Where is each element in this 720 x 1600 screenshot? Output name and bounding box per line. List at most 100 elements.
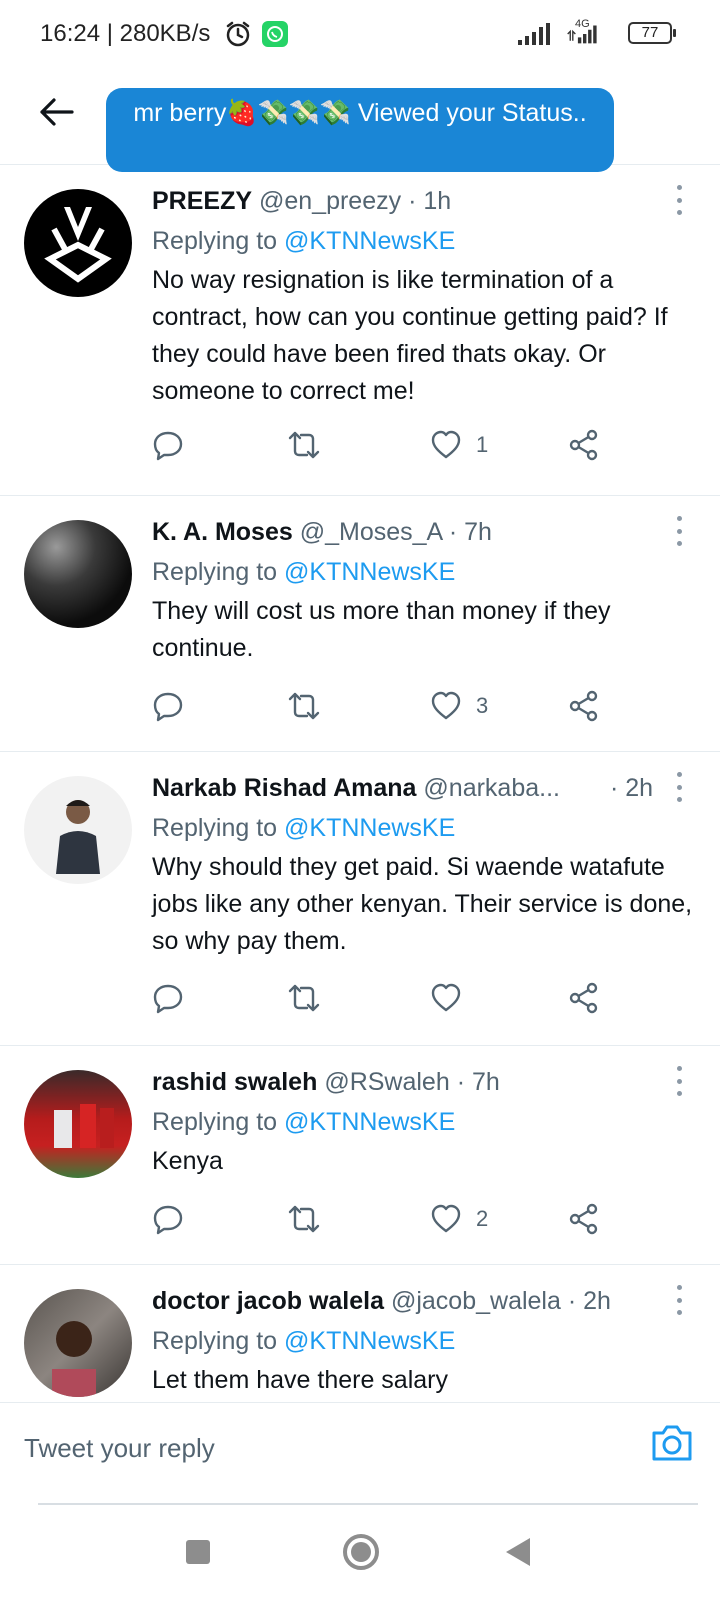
user-handle[interactable]: @narkaba... — [423, 774, 560, 802]
back-triangle-icon[interactable] — [506, 1538, 530, 1566]
share-button[interactable] — [568, 1201, 600, 1237]
tweet-reply[interactable]: K. A. Moses @_Moses_A · 7h Replying to @… — [0, 496, 720, 752]
avatar[interactable] — [24, 1070, 132, 1178]
tweet-header: rashid swaleh @RSwaleh · 7h — [152, 1068, 500, 1097]
replying-label: Replying to — [152, 227, 285, 255]
back-button[interactable] — [32, 88, 80, 136]
share-icon — [569, 1203, 598, 1235]
tweet-header: Narkab Rishad Amana @narkaba... — [152, 774, 560, 803]
avatar[interactable] — [24, 776, 132, 884]
like-button[interactable]: 3 — [430, 688, 488, 724]
display-name[interactable]: doctor jacob walela — [152, 1287, 384, 1315]
heart-icon — [431, 691, 461, 720]
retweet-button[interactable] — [288, 427, 320, 463]
reply-icon — [153, 431, 183, 461]
arrow-left-icon — [40, 98, 74, 126]
share-button[interactable] — [568, 980, 600, 1016]
tweet-text: Why should they get paid. Si waende wata… — [152, 853, 693, 955]
user-handle[interactable]: @_Moses_A — [300, 518, 442, 546]
replying-handle[interactable]: @KTNNewsKE — [284, 1327, 455, 1355]
reply-button[interactable] — [152, 1201, 184, 1237]
more-options-icon[interactable] — [672, 1285, 686, 1315]
like-count: 3 — [476, 693, 489, 718]
retweet-icon — [288, 1205, 320, 1233]
display-name[interactable]: rashid swaleh — [152, 1068, 317, 1096]
tweet-reply[interactable]: PREEZY @en_preezy · 1h Replying to @KTNN… — [0, 165, 720, 496]
replying-to: Replying to @KTNNewsKE — [152, 558, 455, 587]
reply-input[interactable]: Tweet your reply — [24, 1433, 215, 1464]
tweet-time: · 7h — [448, 518, 492, 546]
replying-label: Replying to — [152, 1327, 285, 1355]
system-nav-bar — [0, 1500, 720, 1600]
tweet-time: · 7h — [456, 1068, 500, 1096]
replying-to: Replying to @KTNNewsKE — [152, 227, 455, 256]
football-players-avatar-image — [54, 1104, 114, 1148]
tweet-text: No way resignation is like termination o… — [152, 266, 668, 405]
preezy-logo-avatar — [44, 207, 112, 283]
more-options-icon[interactable] — [672, 1066, 686, 1096]
thread-header: mr berry🍓💸💸💸 Viewed your Status.. — [0, 70, 720, 172]
share-button[interactable] — [568, 427, 600, 463]
tweet-actions: 3 — [152, 688, 672, 724]
replying-handle[interactable]: @KTNNewsKE — [284, 227, 455, 255]
tweet-reply[interactable]: doctor jacob walela @jacob_walela · 2h R… — [0, 1265, 720, 1402]
heart-icon — [431, 430, 461, 459]
replying-handle[interactable]: @KTNNewsKE — [284, 814, 455, 842]
replying-label: Replying to — [152, 558, 285, 586]
reply-composer[interactable]: Tweet your reply — [0, 1402, 720, 1505]
home-circle-icon[interactable] — [343, 1534, 379, 1570]
user-handle[interactable]: @en_preezy — [259, 187, 401, 215]
share-icon — [569, 690, 598, 722]
reply-icon — [153, 692, 183, 722]
tweet-time: · 2h — [610, 774, 654, 802]
person-avatar-image — [52, 1321, 96, 1397]
avatar[interactable] — [24, 1289, 132, 1397]
reply-button[interactable] — [152, 688, 184, 724]
signal-4g-icon — [567, 25, 597, 44]
reply-button[interactable] — [152, 427, 184, 463]
battery-icon: 77 — [628, 22, 676, 44]
tweet-text: Let them have there salary — [152, 1366, 448, 1394]
camera-icon[interactable] — [650, 1423, 694, 1463]
display-name[interactable]: PREEZY — [152, 187, 252, 215]
user-handle[interactable]: @RSwaleh — [324, 1068, 449, 1096]
user-handle[interactable]: @jacob_walela — [391, 1287, 561, 1315]
like-button[interactable] — [430, 980, 476, 1016]
replying-handle[interactable]: @KTNNewsKE — [284, 558, 455, 586]
reply-button[interactable] — [152, 980, 184, 1016]
status-view-toast[interactable]: mr berry🍓💸💸💸 Viewed your Status.. — [106, 88, 614, 172]
tweet-text: They will cost us more than money if the… — [152, 597, 611, 662]
retweet-icon — [288, 431, 320, 459]
display-name[interactable]: Narkab Rishad Amana — [152, 774, 416, 802]
like-count: 2 — [476, 1206, 489, 1231]
tweet-actions — [152, 980, 672, 1016]
whatsapp-icon — [262, 21, 288, 47]
heart-icon — [431, 983, 461, 1012]
more-options-icon[interactable] — [672, 772, 686, 802]
reply-icon — [153, 984, 183, 1014]
tweet-header: doctor jacob walela @jacob_walela · 2h — [152, 1287, 611, 1316]
share-button[interactable] — [568, 688, 600, 724]
more-options-icon[interactable] — [672, 516, 686, 546]
tweet-reply[interactable]: Narkab Rishad Amana @narkaba... · 2h Rep… — [0, 752, 720, 1046]
status-bar: 16:24 | 280KB/s 4G 77 — [0, 0, 720, 70]
like-button[interactable]: 1 — [430, 427, 488, 463]
like-button[interactable]: 2 — [430, 1201, 488, 1237]
display-name[interactable]: K. A. Moses — [152, 518, 293, 546]
more-options-icon[interactable] — [672, 185, 686, 215]
tweet-reply[interactable]: rashid swaleh @RSwaleh · 7h Replying to … — [0, 1046, 720, 1265]
like-count: 1 — [476, 432, 489, 457]
tweet-actions: 1 — [152, 427, 672, 463]
tweet-header: PREEZY @en_preezy · 1h — [152, 187, 451, 216]
retweet-button[interactable] — [288, 1201, 320, 1237]
avatar[interactable] — [24, 189, 132, 297]
retweet-button[interactable] — [288, 980, 320, 1016]
tweet-time: · 1h — [408, 187, 452, 215]
replying-label: Replying to — [152, 1108, 285, 1136]
reply-icon — [153, 1205, 183, 1235]
retweet-button[interactable] — [288, 688, 320, 724]
recents-square-icon[interactable] — [186, 1540, 210, 1564]
person-avatar-image — [56, 800, 100, 874]
avatar[interactable] — [24, 520, 132, 628]
replying-handle[interactable]: @KTNNewsKE — [284, 1108, 455, 1136]
